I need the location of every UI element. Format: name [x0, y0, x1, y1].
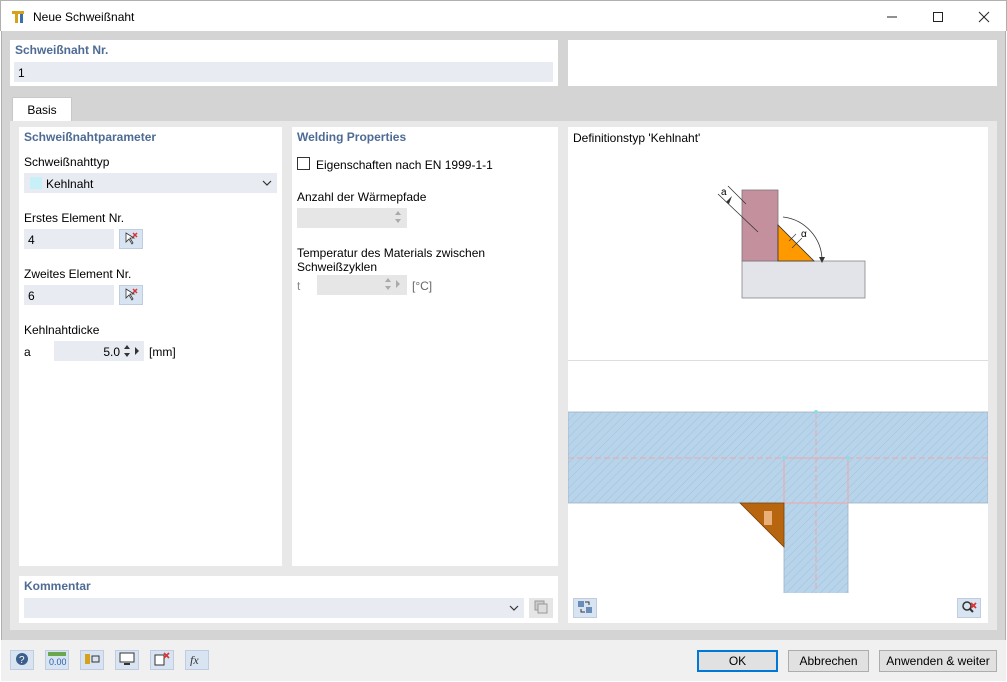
copy-icon — [534, 600, 548, 617]
chevron-down-icon — [509, 602, 519, 616]
section-view — [567, 360, 989, 596]
formula-icon: fx — [189, 652, 205, 669]
apply-continue-button[interactable]: Anwenden & weiter — [879, 650, 997, 672]
welding-panel: Welding Properties Eigenschaften nach EN… — [292, 127, 558, 566]
temperature-unit: [°C] — [412, 279, 433, 293]
view-button[interactable] — [115, 650, 139, 670]
window-title: Neue Schweißnaht — [33, 10, 135, 24]
dimension-a-label: a — [721, 187, 727, 198]
angle-alpha-label: α — [801, 229, 807, 240]
formula-button[interactable]: fx — [185, 650, 209, 670]
cancel-button[interactable]: Abbrechen — [788, 650, 869, 672]
chevron-down-icon — [262, 177, 272, 191]
second-element-label: Zweites Element Nr. — [24, 267, 132, 281]
swap-elements-button[interactable] — [573, 598, 597, 618]
comment-panel: Kommentar — [19, 576, 558, 623]
svg-text:fx: fx — [190, 653, 199, 666]
delete-icon — [154, 651, 170, 669]
weld-app-icon — [11, 9, 27, 25]
display-button[interactable] — [80, 650, 104, 670]
close-button[interactable] — [961, 1, 1007, 32]
weld-type-color-icon — [30, 177, 42, 189]
help-button[interactable]: ? — [10, 650, 34, 670]
comment-library-button[interactable] — [529, 598, 553, 618]
second-element-field[interactable]: 6 — [24, 285, 114, 305]
reset-view-button[interactable] — [957, 598, 981, 618]
units-button[interactable]: 0.00 — [45, 650, 69, 670]
definition-panel: Definitionstyp 'Kehlnaht' a α — [567, 127, 989, 623]
temperature-label: Temperatur des Materials zwischen Schwei… — [297, 246, 486, 274]
units-icon: 0.00 — [48, 651, 67, 669]
header-right-panel — [568, 40, 997, 86]
params-heading: Schweißnahtparameter — [24, 130, 157, 144]
pick-cursor-icon — [124, 287, 138, 304]
temperature-symbol: t — [297, 279, 301, 293]
weld-number-panel: Schweißnaht Nr. 1 — [10, 40, 558, 86]
comment-label: Kommentar — [24, 579, 91, 593]
weld-number-field[interactable]: 1 — [14, 62, 553, 82]
ok-button[interactable]: OK — [697, 650, 778, 672]
thickness-spinner[interactable] — [121, 344, 141, 361]
definition-title: Definitionstyp 'Kehlnaht' — [573, 131, 701, 145]
weld-type-value: Kehlnaht — [46, 177, 94, 191]
weld-type-label: Schweißnahttyp — [24, 155, 110, 169]
comment-field[interactable] — [24, 598, 524, 618]
swap-icon — [577, 600, 593, 617]
params-panel: Schweißnahtparameter Schweißnahttyp Kehl… — [19, 127, 282, 566]
temperature-spinner[interactable] — [384, 277, 404, 294]
pick-first-element-button[interactable] — [119, 229, 143, 249]
view-icon — [119, 652, 135, 669]
svg-text:?: ? — [19, 655, 25, 666]
svg-text:0.00: 0.00 — [49, 657, 66, 666]
tab-basis[interactable]: Basis — [12, 97, 72, 122]
heat-paths-spinner[interactable] — [394, 210, 402, 227]
title-bar: Neue Schweißnaht — [0, 0, 1007, 31]
minimize-button[interactable] — [869, 1, 915, 32]
thickness-unit: [mm] — [149, 345, 176, 359]
weld-number-label: Schweißnaht Nr. — [15, 43, 109, 57]
fillet-weld-diagram — [717, 185, 866, 299]
thickness-label: Kehlnahtdicke — [24, 323, 100, 337]
weld-type-select[interactable]: Kehlnaht — [24, 173, 277, 193]
display-icon — [84, 652, 100, 669]
en1999-checkbox[interactable] — [297, 157, 310, 170]
first-element-label: Erstes Element Nr. — [24, 211, 125, 225]
delete-button[interactable] — [150, 650, 174, 670]
en1999-checkbox-label: Eigenschaften nach EN 1999-1-1 — [316, 158, 493, 172]
maximize-button[interactable] — [915, 1, 961, 32]
pick-second-element-button[interactable] — [119, 285, 143, 305]
pick-cursor-icon — [124, 231, 138, 248]
welding-heading: Welding Properties — [297, 130, 407, 144]
heat-paths-field[interactable] — [297, 208, 407, 228]
zoom-reset-icon — [961, 600, 977, 617]
heat-paths-label: Anzahl der Wärmepfade — [297, 190, 427, 204]
thickness-symbol: a — [24, 345, 31, 359]
first-element-field[interactable]: 4 — [24, 229, 114, 249]
help-icon: ? — [15, 652, 29, 669]
